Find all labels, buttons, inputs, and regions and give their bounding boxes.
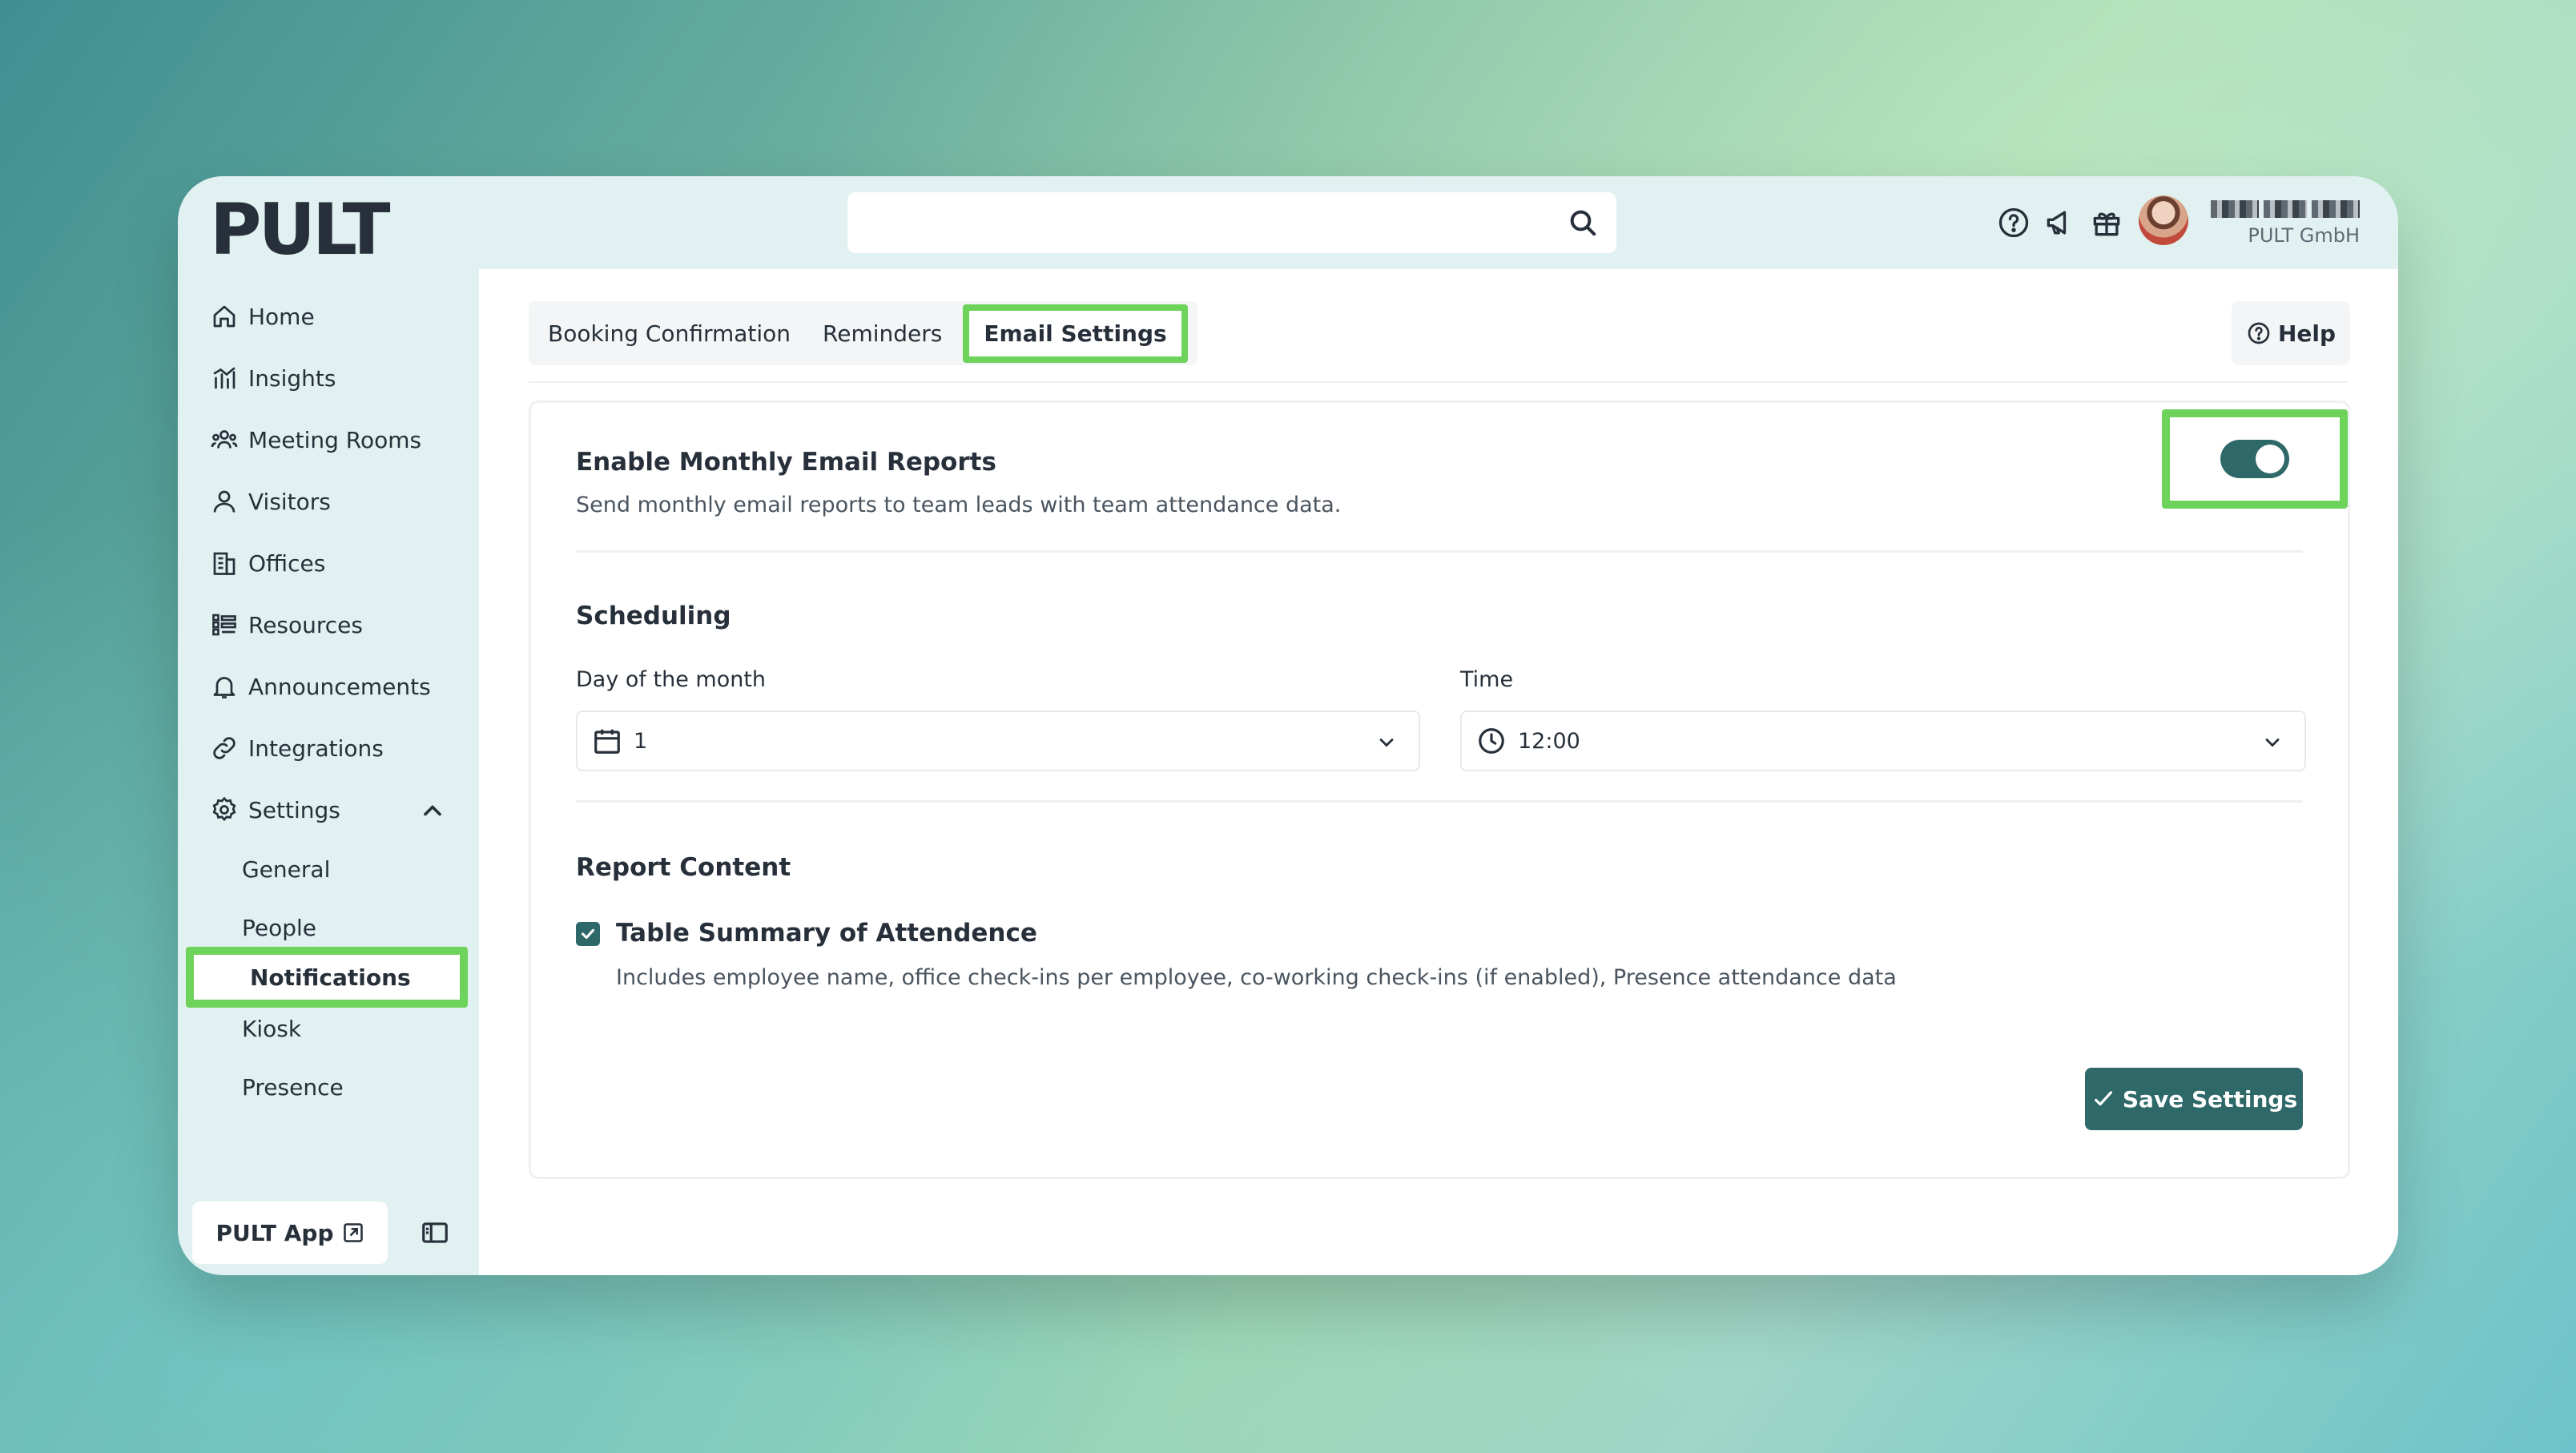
sidebar-subitem-people[interactable]: People [242, 909, 316, 946]
external-link-icon [343, 1223, 363, 1242]
attendance-summary-checkbox[interactable] [576, 922, 600, 946]
user-info[interactable]: PULT GmbH [2200, 200, 2360, 247]
sidebar-collapse-icon[interactable] [420, 1218, 450, 1248]
sidebar-item-settings[interactable]: Settings [210, 790, 450, 830]
bell-icon [213, 677, 235, 698]
sidebar-item-visitors[interactable]: Visitors [210, 481, 331, 521]
tab-booking-confirmation[interactable]: Booking Confirmation [548, 320, 807, 347]
sidebar-item-label: Offices [248, 549, 326, 577]
clock-icon [1479, 728, 1504, 754]
sidebar-item-label: Announcements [248, 673, 431, 700]
check-icon [582, 928, 594, 940]
pult-app-label: PULT App [215, 1219, 334, 1246]
user-icon [213, 490, 235, 513]
user-name-redacted [2200, 200, 2360, 218]
sidebar-subitem-kiosk[interactable]: Kiosk [242, 1010, 301, 1047]
help-circle-icon[interactable] [1996, 205, 2031, 240]
sidebar-item-integrations[interactable]: Integrations [210, 728, 384, 768]
day-of-month-select[interactable]: 1 [576, 710, 1420, 771]
sidebar-item-label: Settings [248, 796, 340, 823]
sidebar-subitem-general[interactable]: General [242, 851, 330, 887]
sidebar-subitem-notifications[interactable]: Notifications [186, 947, 468, 1008]
section-divider [576, 800, 2303, 803]
search-icon[interactable] [1567, 207, 1599, 239]
main-content: Booking Confirmation Reminders Email Set… [479, 269, 2398, 1275]
app-window: PULT PULT GmbH Home Insights Meeting Roo… [178, 176, 2398, 1275]
sidebar-item-resources[interactable]: Resources [210, 605, 363, 645]
tab-email-settings[interactable]: Email Settings [963, 304, 1188, 363]
attendance-summary-label: Table Summary of Attendence [616, 919, 1037, 948]
gift-icon[interactable] [2089, 205, 2124, 240]
chevron-down-icon [1379, 739, 1394, 747]
avatar[interactable] [2139, 195, 2188, 245]
monthly-reports-description: Send monthly email reports to team leads… [576, 493, 1342, 517]
report-content-title: Report Content [576, 853, 791, 882]
sidebar-item-label: Insights [248, 364, 336, 392]
pult-logo: PULT [210, 188, 390, 271]
user-company: PULT GmbH [2248, 224, 2360, 247]
sidebar-item-label: Home [248, 303, 315, 330]
help-circle-icon [2248, 322, 2270, 344]
chart-icon [213, 367, 235, 389]
section-divider [576, 550, 2303, 553]
sidebar-item-label: Meeting Rooms [248, 426, 422, 453]
tabs-divider [529, 381, 2349, 383]
sidebar-subitem-presence[interactable]: Presence [242, 1069, 344, 1105]
sidebar: Home Insights Meeting Rooms Visitors Off… [178, 272, 479, 1275]
gear-icon [212, 796, 236, 822]
header-icons [1996, 205, 2124, 240]
sidebar-item-label: Visitors [248, 488, 331, 515]
monthly-reports-toggle[interactable] [2220, 440, 2289, 478]
attendance-summary-description: Includes employee name, office check-ins… [616, 965, 1897, 990]
list-icon [212, 614, 236, 636]
save-settings-button[interactable]: Save Settings [2085, 1068, 2303, 1130]
check-icon [2094, 1091, 2112, 1106]
scheduling-title: Scheduling [576, 602, 731, 630]
calendar-icon [594, 729, 620, 754]
tab-reminders[interactable]: Reminders [823, 320, 958, 347]
sidebar-item-meeting-rooms[interactable]: Meeting Rooms [210, 420, 421, 460]
sidebar-item-announcements[interactable]: Announcements [210, 666, 431, 706]
sidebar-item-label: Integrations [248, 735, 384, 762]
save-settings-label: Save Settings [2122, 1085, 2298, 1113]
day-of-month-value: 1 [634, 728, 648, 754]
sidebar-item-insights[interactable]: Insights [210, 358, 336, 398]
time-label: Time [1460, 667, 1514, 692]
people-group-icon [211, 430, 238, 449]
sidebar-item-home[interactable]: Home [210, 296, 315, 336]
pult-app-button[interactable]: PULT App [192, 1201, 388, 1264]
search-input[interactable] [847, 192, 1616, 253]
link-icon [213, 737, 235, 759]
monthly-reports-title: Enable Monthly Email Reports [576, 448, 996, 477]
monthly-reports-toggle-highlight [2162, 409, 2348, 509]
help-button[interactable]: Help [2232, 301, 2350, 365]
megaphone-icon[interactable] [2043, 205, 2078, 240]
time-select[interactable]: 12:00 [1460, 710, 2306, 771]
sidebar-item-label: Resources [248, 611, 363, 638]
home-icon [213, 305, 235, 328]
sidebar-item-offices[interactable]: Offices [210, 543, 325, 583]
email-settings-card: Enable Monthly Email Reports Send monthl… [529, 400, 2350, 1179]
help-label: Help [2277, 320, 2337, 347]
chevron-up-icon[interactable] [418, 796, 447, 825]
day-of-month-label: Day of the month [576, 667, 767, 692]
time-value: 12:00 [1518, 728, 1580, 754]
chevron-down-icon [2265, 739, 2280, 747]
tab-bar: Booking Confirmation Reminders Email Set… [529, 301, 1197, 365]
building-icon [213, 552, 235, 575]
